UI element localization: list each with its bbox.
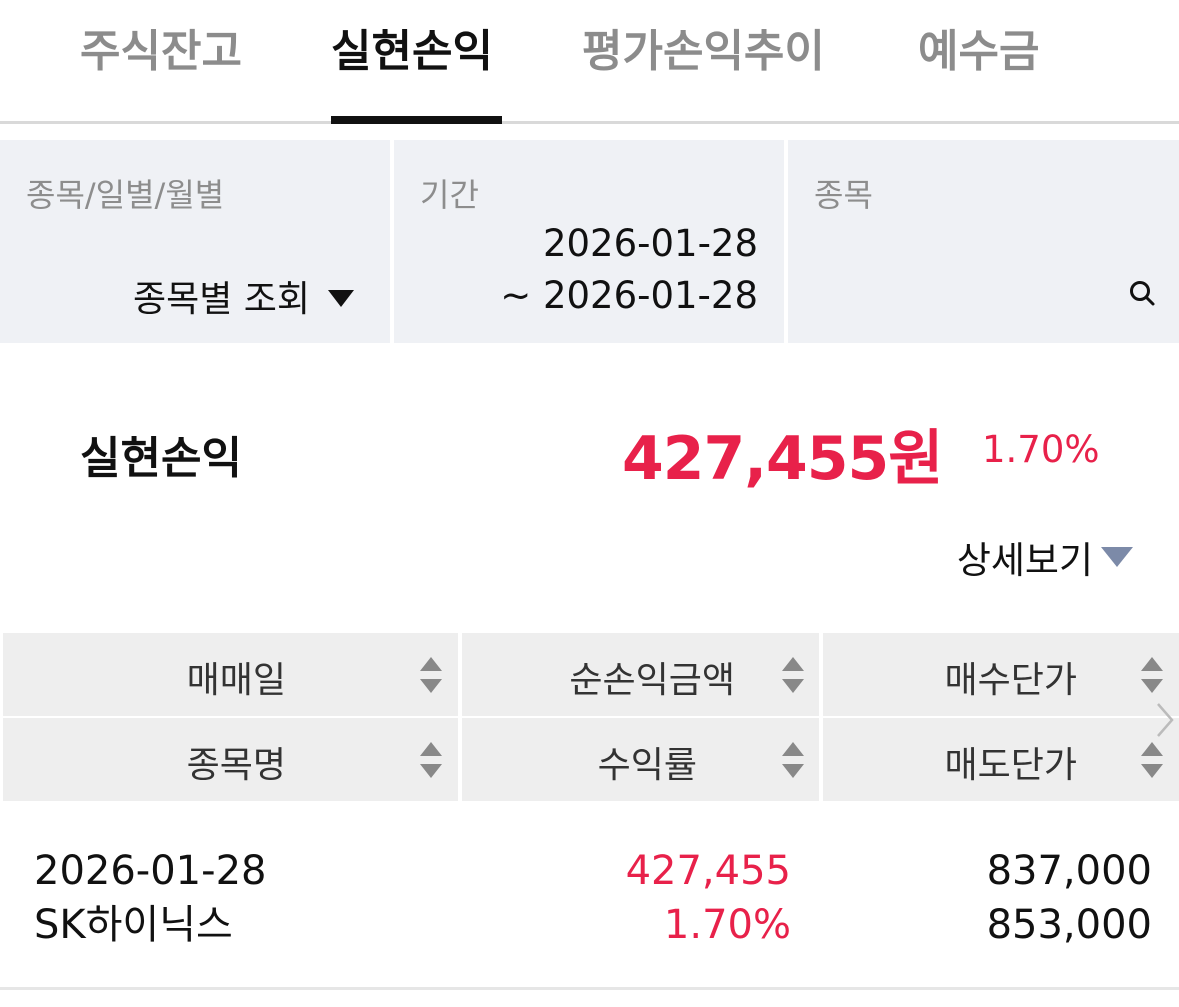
header-trade-date[interactable]: 매매일	[3, 633, 458, 716]
sort-icon[interactable]	[420, 742, 442, 780]
table-row[interactable]: 2026-01-28 SK하이닉스 427,455 1.70% 837,000 …	[0, 820, 1179, 990]
header-return-rate[interactable]: 수익률	[462, 718, 819, 801]
trade-date: 2026-01-28	[34, 848, 267, 894]
sort-icon[interactable]	[782, 742, 804, 780]
sell-price: 853,000	[986, 902, 1152, 948]
tab-stock-balance[interactable]: 주식잔고	[80, 22, 242, 82]
header-label: 매매일	[186, 660, 286, 701]
active-tab-indicator	[331, 116, 502, 124]
search-icon[interactable]	[1127, 278, 1157, 308]
sort-icon[interactable]	[782, 657, 804, 695]
header-buy-price[interactable]: 매수단가	[823, 633, 1179, 716]
net-profit: 427,455	[625, 848, 791, 894]
caret-down-icon	[328, 289, 354, 307]
view-mode-select[interactable]: 종목/일별/월별 종목별 조회	[0, 140, 390, 343]
header-label: 종목명	[186, 745, 286, 786]
header-label: 매수단가	[944, 660, 1077, 701]
sort-icon[interactable]	[1141, 742, 1163, 780]
header-label: 순손익금액	[569, 660, 735, 701]
period-end: ~ 2026-01-28	[500, 274, 758, 317]
realized-pnl-amount: 427,455원	[622, 424, 943, 494]
filter-bar: 종목/일별/월별 종목별 조회 기간 2026-01-28 ~ 2026-01-…	[0, 140, 1179, 343]
view-mode-label: 종목/일별/월별	[26, 176, 225, 214]
stock-label: 종목	[814, 176, 873, 214]
header-sell-price[interactable]: 매도단가	[823, 718, 1179, 801]
table-header: 매매일 순손익금액 매수단가 종목명 수익률 매도단가	[3, 633, 1179, 801]
stock-name: SK하이닉스	[34, 902, 233, 948]
header-net-profit[interactable]: 순손익금액	[462, 633, 819, 716]
tab-valuation-trend[interactable]: 평가손익추이	[582, 22, 825, 82]
realized-pnl-rate: 1.70%	[982, 428, 1100, 471]
header-stock-name[interactable]: 종목명	[3, 718, 458, 801]
stock-search-field[interactable]: 종목	[788, 140, 1179, 343]
header-label: 수익률	[597, 745, 697, 786]
triangle-down-icon	[1101, 547, 1133, 567]
period-select[interactable]: 기간 2026-01-28 ~ 2026-01-28	[394, 140, 784, 343]
period-start: 2026-01-28	[542, 222, 758, 265]
tab-realized-pnl[interactable]: 실현손익	[331, 22, 493, 82]
detail-toggle-label: 상세보기	[956, 539, 1093, 582]
realized-pnl-label: 실현손익	[80, 433, 242, 484]
period-range[interactable]: 2026-01-28 ~ 2026-01-28	[500, 218, 758, 322]
return-rate: 1.70%	[663, 902, 791, 948]
buy-price: 837,000	[986, 848, 1152, 894]
detail-toggle-button[interactable]: 상세보기	[956, 530, 1133, 584]
tab-bar: 주식잔고 실현손익 평가손익추이 예수금	[0, 0, 1179, 124]
tab-deposit[interactable]: 예수금	[918, 22, 1039, 82]
view-mode-value-text: 종목별 조회	[132, 279, 310, 320]
sort-icon[interactable]	[1141, 657, 1163, 695]
chevron-right-icon[interactable]	[1152, 700, 1176, 740]
header-label: 매도단가	[944, 745, 1077, 786]
view-mode-value[interactable]: 종목별 조회	[133, 270, 354, 322]
period-label: 기간	[420, 176, 479, 214]
sort-icon[interactable]	[420, 657, 442, 695]
